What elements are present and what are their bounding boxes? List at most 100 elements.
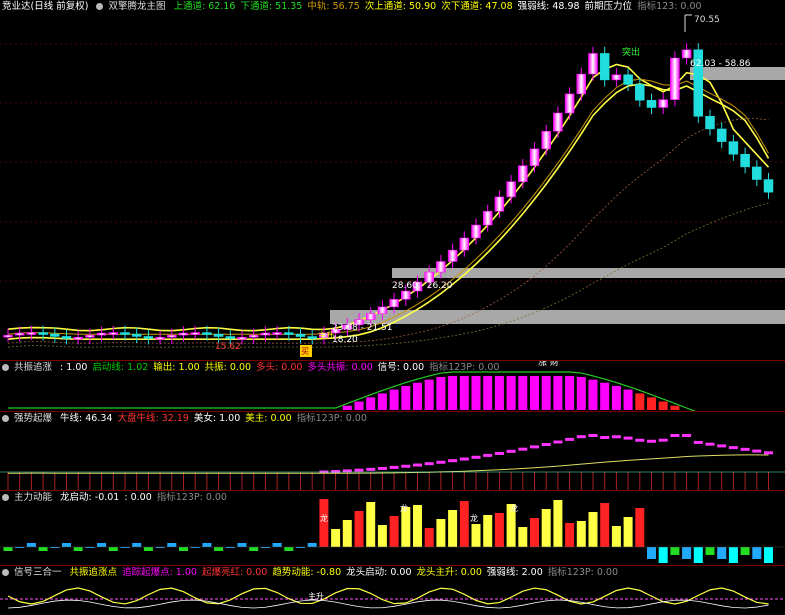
low-price-label: 18.20 bbox=[332, 335, 358, 345]
main-indicator-values: 上通道: 62.16 下通道: 51.35 中轨: 56.75 次上通道: 50.90… bbox=[174, 1, 707, 12]
momentum-bar bbox=[237, 543, 247, 547]
momentum-bar bbox=[530, 518, 539, 547]
resonance-bar bbox=[436, 376, 446, 410]
candle-body bbox=[131, 333, 142, 337]
pane4-value-item: 追踪起爆点: 1.00 bbox=[122, 567, 197, 578]
main-candlestick-chart[interactable]: 70.55 62.03 - 58.86 28.60 - 26.20 23.88 - 2… bbox=[0, 0, 785, 360]
candle-body bbox=[14, 332, 25, 336]
pane2-name[interactable]: 强势起爆 bbox=[14, 413, 52, 424]
momentum-bar bbox=[389, 516, 399, 547]
breakout-block bbox=[471, 455, 481, 459]
signal-pane[interactable]: 信号三合一 共振追涨点 追踪起爆点: 1.00 起爆亮红: 0.00 趋势动能: -0… bbox=[0, 566, 785, 615]
momentum-bar bbox=[448, 510, 458, 547]
lower-channel-line bbox=[7, 83, 770, 340]
pane3-header: 主力动能 龙启动: -0.01: 0.00 指标123P: 0.00 bbox=[0, 491, 237, 505]
momentum-bar bbox=[740, 547, 750, 555]
momentum-bar bbox=[272, 543, 282, 547]
resonance-pane[interactable]: 共振追涨 : 1.00 启动线: 1.02 输出: 1.00 共振: 0.00 多头: … bbox=[0, 361, 785, 411]
candle-body bbox=[529, 148, 540, 166]
candle-body bbox=[740, 154, 750, 168]
breakout-block bbox=[389, 465, 399, 469]
momentum-bar bbox=[62, 543, 71, 547]
indicator-toggle-icon[interactable] bbox=[96, 3, 104, 10]
pane3-toggle-icon[interactable] bbox=[2, 494, 9, 501]
main-value-item: 下通道: 51.35 bbox=[240, 1, 303, 12]
momentum-bar bbox=[693, 547, 703, 563]
dragon-label: 龙 bbox=[320, 513, 328, 523]
breakout-block bbox=[752, 449, 762, 453]
breakout-block bbox=[600, 435, 610, 439]
momentum-bar bbox=[319, 499, 329, 547]
buy-signal-label: 买 bbox=[301, 347, 309, 356]
pane2-toggle-icon[interactable] bbox=[2, 415, 9, 422]
candle-body bbox=[588, 53, 598, 75]
momentum-bar bbox=[471, 524, 481, 547]
candle-body bbox=[482, 211, 493, 226]
main-chart-pane[interactable]: 竞业达(日线 前复权) 双擎腾龙主图 上通道: 62.16 下通道: 51.35 中… bbox=[0, 0, 785, 360]
pane3-name[interactable]: 主力动能 bbox=[14, 492, 52, 503]
momentum-bar bbox=[143, 547, 153, 551]
momentum-bar bbox=[459, 501, 469, 547]
main-value-item: 次下通道: 47.08 bbox=[441, 1, 513, 12]
momentum-bar bbox=[647, 547, 656, 559]
pressure-band-label: 62.03 - 58.86 bbox=[690, 59, 751, 69]
momentum-bar bbox=[565, 523, 575, 547]
momentum-bar bbox=[342, 520, 352, 547]
resonance-bar bbox=[670, 405, 680, 410]
candle-body bbox=[50, 333, 60, 337]
momentum-bar bbox=[658, 547, 668, 563]
breakout-block bbox=[366, 467, 376, 471]
main-value-item: 次上通道: 50.90 bbox=[364, 1, 437, 12]
resonance-bar bbox=[448, 376, 458, 410]
momentum-pane[interactable]: 主力动能 龙启动: -0.01: 0.00 指标123P: 0.00 龙龙龙龙 bbox=[0, 491, 785, 565]
candle-body bbox=[646, 99, 657, 108]
breakout-block bbox=[658, 438, 668, 442]
pane1-value-item: 多头: 0.00 bbox=[256, 362, 303, 373]
breakout-block bbox=[541, 442, 551, 446]
breakout-block bbox=[635, 438, 645, 442]
candle-body bbox=[26, 332, 37, 335]
candle-body bbox=[225, 336, 236, 339]
momentum-bar bbox=[73, 547, 83, 551]
breakout-block bbox=[506, 449, 516, 453]
breakout-block bbox=[611, 435, 621, 439]
candle-body bbox=[763, 179, 774, 193]
resonance-marker: 涨 财 bbox=[538, 361, 559, 368]
momentum-bar bbox=[354, 511, 364, 547]
pane1-value-item: : 1.00 bbox=[60, 362, 88, 373]
momentum-bar bbox=[331, 529, 341, 547]
resonance-bar bbox=[366, 397, 376, 410]
candle-body bbox=[73, 337, 83, 340]
candle-body bbox=[447, 249, 458, 262]
resonance-bar bbox=[413, 382, 422, 410]
main-value-item: 上通道: 62.16 bbox=[173, 1, 236, 12]
pane2-value-item: 大盘牛线: 32.19 bbox=[117, 413, 189, 424]
momentum-bar bbox=[764, 547, 773, 563]
breakout-block bbox=[553, 440, 563, 444]
momentum-bar bbox=[167, 543, 177, 547]
momentum-bar bbox=[728, 547, 738, 563]
resonance-bar bbox=[611, 386, 621, 410]
pressure-band bbox=[330, 310, 785, 324]
pane4-header: 信号三合一 共振追涨点 追踪起爆点: 1.00 起爆亮红: 0.00 趋势动能: -0… bbox=[0, 566, 628, 580]
breakout-block bbox=[576, 435, 586, 439]
breakout-pane[interactable]: 强势起爆 牛线: 46.34 大盘牛线: 32.19 美女: 1.00 美主: 0.0… bbox=[0, 412, 785, 490]
pane4-name[interactable]: 信号三合一 bbox=[14, 567, 62, 578]
pane1-name[interactable]: 共振追涨 bbox=[14, 362, 52, 373]
indicator-name[interactable]: 双擎腾龙主图 bbox=[108, 1, 165, 12]
resonance-bar bbox=[483, 376, 493, 410]
momentum-bar bbox=[670, 547, 680, 555]
pane1-value-item: 共振: 0.00 bbox=[204, 362, 252, 373]
pane1-toggle-icon[interactable] bbox=[2, 364, 9, 371]
resonance-bar bbox=[588, 379, 598, 410]
candle-body bbox=[190, 332, 200, 335]
resonance-bar bbox=[401, 386, 411, 410]
candle-body bbox=[670, 57, 680, 100]
momentum-bar bbox=[214, 547, 224, 551]
pane4-value-item: 趋势动能: -0.80 bbox=[272, 567, 342, 578]
momentum-bar bbox=[553, 500, 563, 547]
momentum-bar bbox=[494, 513, 504, 547]
resonance-bar bbox=[576, 376, 586, 410]
pane4-toggle-icon[interactable] bbox=[2, 569, 9, 576]
candle-body bbox=[248, 334, 259, 338]
